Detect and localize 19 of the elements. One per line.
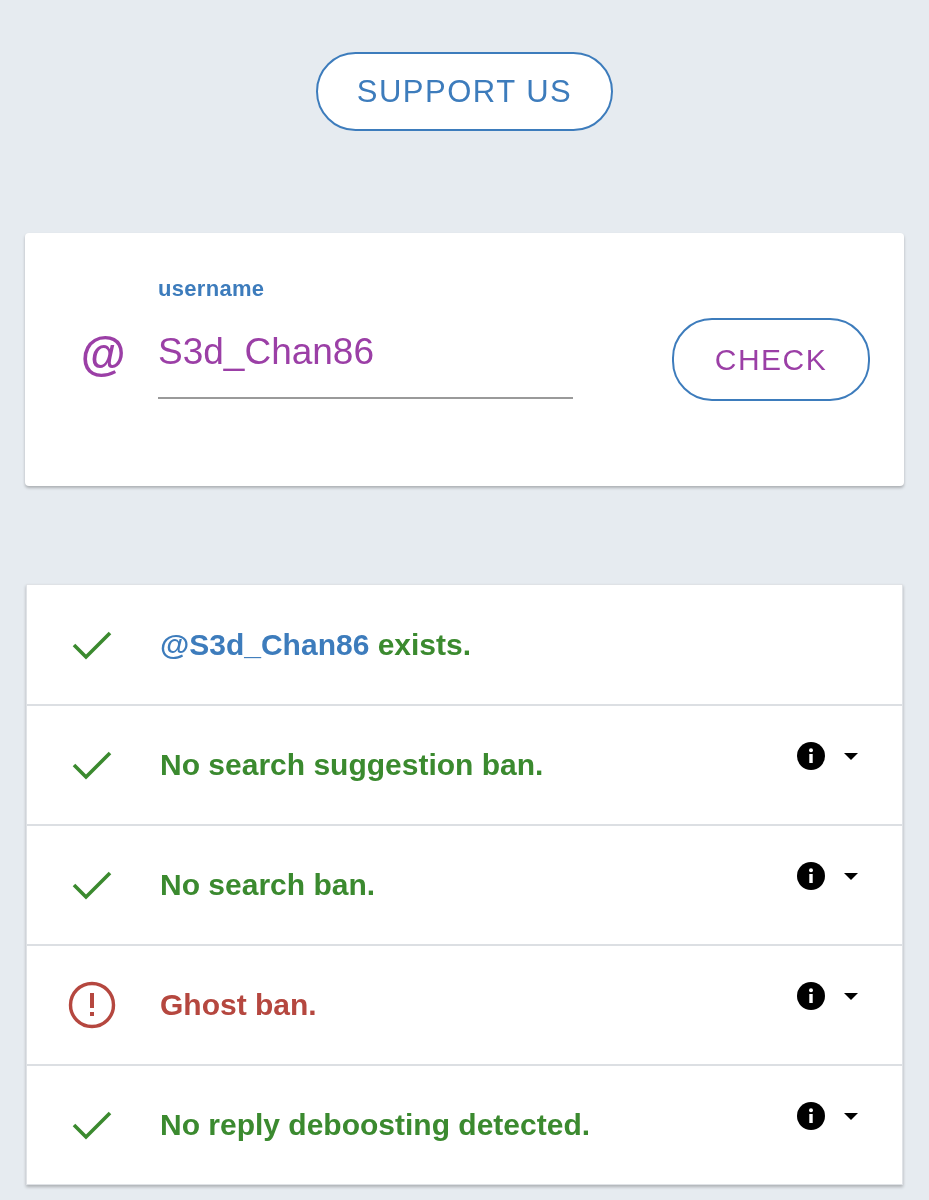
field-label: username	[158, 275, 266, 303]
at-prefix: @	[80, 329, 126, 379]
result-text: @S3d_Chan86 exists.	[160, 627, 472, 662]
result-text: Ghost ban.	[160, 988, 317, 1022]
support-button[interactable]: SUPPORT US	[316, 52, 613, 131]
info-icon[interactable]	[797, 862, 825, 890]
info-icon[interactable]	[797, 742, 825, 770]
caret-icon[interactable]	[844, 1112, 858, 1120]
info-icon[interactable]	[797, 982, 825, 1010]
result-text: No search suggestion ban.	[160, 748, 544, 782]
check-button[interactable]: CHECK	[672, 318, 870, 401]
handle-link[interactable]: @S3d_Chan86	[160, 627, 370, 661]
caret-icon[interactable]	[844, 992, 858, 1000]
info-icon[interactable]	[797, 1102, 825, 1130]
caret-icon[interactable]	[844, 872, 858, 880]
result-text: No reply deboosting detected.	[160, 1108, 591, 1142]
caret-icon[interactable]	[844, 752, 858, 760]
result-text: No search ban.	[160, 868, 376, 902]
username-input[interactable]: S3d_Chan86	[158, 327, 573, 399]
